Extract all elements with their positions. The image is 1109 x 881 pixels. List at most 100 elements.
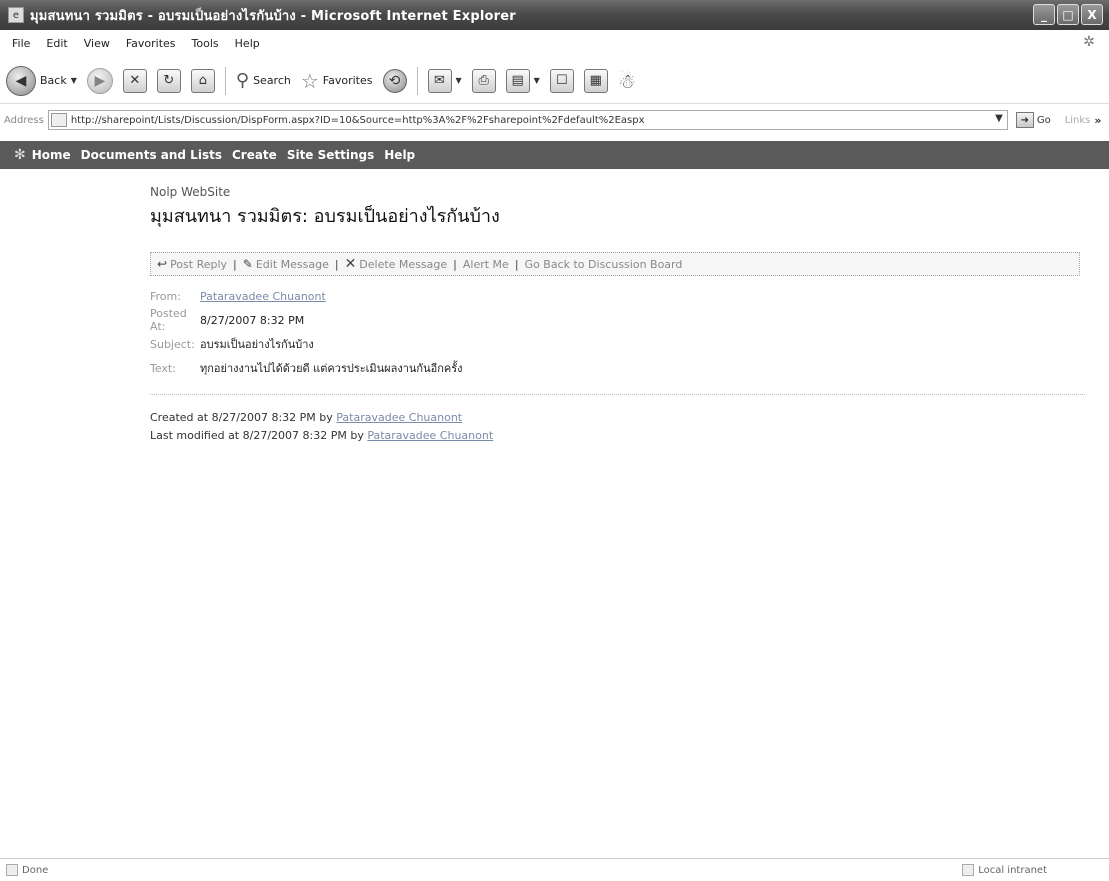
address-label: Address: [4, 114, 44, 126]
menu-favorites[interactable]: Favorites: [118, 35, 184, 52]
text-value: ทุกอย่างงานไปได้ด้วยดี แต่ควรประเมินผลงา…: [200, 362, 463, 375]
history-icon: ⟲: [382, 68, 407, 93]
action-separator: |: [514, 257, 519, 271]
toolbar: ◀ Back ▼ ▶ ✕ ↻ ⌂ ⚲ Search ☆ Favorites ⟲ …: [0, 58, 1109, 104]
sharepoint-nav-bar: ✻ Home Documents and Lists Create Site S…: [0, 141, 1109, 169]
window-controls: _ □ X: [1033, 4, 1103, 25]
nav-home[interactable]: Home: [32, 148, 71, 162]
field-row-text: Text: ทุกอย่างงานไปได้ด้วยดี แต่ควรประเม…: [150, 356, 1085, 380]
discuss-button[interactable]: ☐: [549, 68, 574, 93]
modified-line: Last modified at 8/27/2007 8:32 PM by Pa…: [150, 427, 1085, 445]
messenger-icon: ☃: [617, 68, 636, 93]
back-dropdown-icon[interactable]: ▼: [71, 76, 77, 85]
search-button[interactable]: ⚲ Search: [236, 70, 291, 91]
research-button[interactable]: ▦: [583, 68, 608, 93]
nav-create[interactable]: Create: [232, 148, 277, 162]
site-name: Nolp WebSite: [150, 185, 231, 199]
post-reply-button[interactable]: ↩ Post Reply: [157, 257, 227, 271]
menu-edit[interactable]: Edit: [38, 35, 75, 52]
refresh-icon: ↻: [156, 68, 181, 93]
content-divider: [150, 394, 1085, 395]
menu-help[interactable]: Help: [227, 35, 268, 52]
nav-documents-and-lists[interactable]: Documents and Lists: [81, 148, 222, 162]
links-button[interactable]: Links: [1065, 115, 1091, 126]
action-separator: |: [233, 257, 237, 271]
sharepoint-logo-icon: ✻: [14, 147, 26, 163]
menu-file[interactable]: File: [4, 35, 38, 52]
security-zone: Local intranet: [962, 864, 1047, 876]
from-author-link[interactable]: Pataravadee Chuanont: [200, 290, 326, 303]
field-row-from: From: Pataravadee Chuanont: [150, 284, 1085, 308]
links-more-chevron[interactable]: »: [1094, 114, 1101, 127]
status-bar: Done Local intranet: [0, 858, 1109, 881]
forward-arrow-icon: ▶: [86, 67, 113, 94]
address-bar: Address ▼ ➜ Go Links »: [0, 108, 1109, 132]
menu-tools[interactable]: Tools: [184, 35, 227, 52]
toolbar-separator-2: [416, 66, 418, 95]
maximize-button[interactable]: □: [1057, 4, 1079, 25]
close-button[interactable]: X: [1081, 4, 1103, 25]
delete-message-button[interactable]: ✕ Delete Message: [345, 256, 448, 272]
security-zone-label: Local intranet: [978, 864, 1047, 876]
nav-help[interactable]: Help: [384, 148, 415, 162]
home-icon: ⌂: [190, 68, 215, 93]
message-fields: From: Pataravadee Chuanont Posted At: 8/…: [150, 284, 1085, 380]
created-by-link[interactable]: Pataravadee Chuanont: [336, 411, 462, 424]
minimize-button[interactable]: _: [1033, 4, 1055, 25]
window-title: มุมสนทนา รวมมิตร - อบรมเป็นอย่างไรกันบ้า…: [30, 8, 516, 24]
address-input[interactable]: [70, 114, 971, 126]
favorites-button[interactable]: ☆ Favorites: [301, 69, 373, 93]
edit-message-button[interactable]: ✎ Edit Message: [243, 257, 329, 271]
mail-dropdown-icon[interactable]: ▼: [456, 76, 462, 85]
modified-prefix: Last modified at 8/27/2007 8:32 PM by: [150, 429, 364, 442]
print-icon: ⎙: [471, 68, 496, 93]
field-row-subject: Subject: อบรมเป็นอย่างไรกันบ้าง: [150, 332, 1085, 356]
back-label: Back: [40, 74, 67, 87]
forward-button[interactable]: ▶: [86, 67, 113, 94]
go-back-to-discussion-button[interactable]: Go Back to Discussion Board: [525, 258, 683, 271]
go-arrow-icon: ➜: [1015, 112, 1034, 128]
subject-label: Subject:: [150, 337, 195, 351]
message-action-bar: ↩ Post Reply | ✎ Edit Message | ✕ Delete…: [150, 252, 1080, 276]
modified-by-link[interactable]: Pataravadee Chuanont: [367, 429, 493, 442]
favorites-star-icon: ☆: [300, 68, 319, 93]
main-content: Nolp WebSite มุมสนทนา รวมมิตร: อบรมเป็นอ…: [150, 185, 1085, 445]
history-button[interactable]: ⟲: [382, 68, 407, 93]
stop-icon: ✕: [122, 68, 147, 93]
favorites-label: Favorites: [322, 74, 373, 87]
edit-dropdown-icon[interactable]: ▼: [534, 76, 540, 85]
reply-icon: ↩: [157, 257, 168, 271]
refresh-button[interactable]: ↻: [156, 68, 181, 93]
action-separator: |: [453, 257, 457, 271]
address-dropdown-icon[interactable]: ▼: [995, 113, 1003, 124]
search-label: Search: [253, 74, 291, 87]
edit-button[interactable]: ▤ ▼: [505, 68, 540, 93]
research-icon: ▦: [583, 68, 608, 93]
page-title: มุมสนทนา รวมมิตร: อบรมเป็นอย่างไรกันบ้าง: [150, 206, 500, 227]
search-icon: ⚲: [235, 70, 250, 91]
edit-page-icon: ▤: [505, 68, 530, 93]
ie-app-icon[interactable]: e: [8, 7, 24, 23]
back-arrow-icon: ◀: [6, 65, 36, 96]
text-label: Text:: [150, 361, 176, 375]
menu-bar: File Edit View Favorites Tools Help ✲: [0, 32, 1109, 54]
go-button[interactable]: ➜ Go: [1015, 112, 1051, 128]
windows-flag-icon: ✲: [1083, 34, 1095, 50]
status-done: Done: [6, 864, 48, 876]
back-button[interactable]: ◀ Back ▼: [6, 65, 77, 96]
edit-message-label: Edit Message: [255, 257, 329, 271]
toolbar-separator: [224, 66, 226, 95]
nav-site-settings[interactable]: Site Settings: [287, 148, 374, 162]
mail-button[interactable]: ✉ ▼: [427, 68, 462, 93]
home-button[interactable]: ⌂: [190, 68, 215, 93]
print-button[interactable]: ⎙: [471, 68, 496, 93]
from-label: From:: [150, 289, 181, 303]
menu-view[interactable]: View: [76, 35, 118, 52]
alert-me-button[interactable]: Alert Me: [463, 258, 509, 271]
subject-value: อบรมเป็นอย่างไรกันบ้าง: [200, 338, 314, 351]
messenger-button[interactable]: ☃: [618, 69, 636, 93]
address-field[interactable]: ▼: [47, 110, 1008, 130]
mail-icon: ✉: [427, 68, 452, 93]
title-bar: e มุมสนทนา รวมมิตร - อบรมเป็นอย่างไรกันบ…: [0, 0, 1109, 30]
stop-button[interactable]: ✕: [122, 68, 147, 93]
